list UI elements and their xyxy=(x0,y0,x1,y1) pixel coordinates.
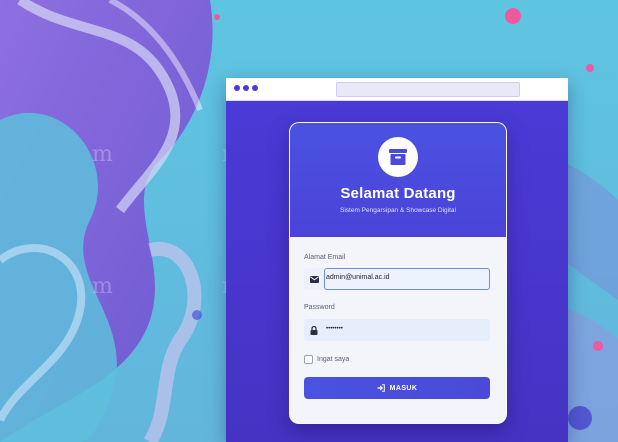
password-field[interactable]: •••••••• xyxy=(304,319,490,341)
page-title: Selamat Datang xyxy=(340,185,456,202)
window-dot-icon[interactable] xyxy=(252,85,258,91)
email-field[interactable]: admin@unimal.ac.id xyxy=(304,268,490,290)
login-button-label: MASUK xyxy=(389,384,418,392)
envelope-icon xyxy=(304,268,324,290)
archive-box-icon xyxy=(378,137,418,177)
remember-checkbox[interactable] xyxy=(304,355,313,364)
page-subtitle: Sistem Pengarsipan & Showcase Digital xyxy=(340,207,456,214)
remember-label: Ingat saya xyxy=(317,356,350,363)
login-card: Selamat Datang Sistem Pengarsipan & Show… xyxy=(289,122,507,424)
email-value[interactable]: admin@unimal.ac.id xyxy=(326,274,390,281)
lock-icon xyxy=(304,319,324,341)
address-bar[interactable] xyxy=(336,82,520,97)
password-label: Password xyxy=(304,304,335,311)
watermark-logo: m xyxy=(92,274,113,299)
watermark-logo: m xyxy=(92,142,113,167)
window-controls xyxy=(234,85,258,91)
email-label: Alamat Email xyxy=(304,254,346,261)
sign-in-icon xyxy=(377,384,385,392)
window-dot-icon[interactable] xyxy=(243,85,249,91)
window-dot-icon[interactable] xyxy=(234,85,240,91)
password-value[interactable]: •••••••• xyxy=(326,326,343,332)
remember-me[interactable]: Ingat saya xyxy=(304,355,349,364)
browser-toolbar xyxy=(226,78,568,101)
login-button[interactable]: MASUK xyxy=(304,377,490,399)
login-header: Selamat Datang Sistem Pengarsipan & Show… xyxy=(290,123,506,237)
